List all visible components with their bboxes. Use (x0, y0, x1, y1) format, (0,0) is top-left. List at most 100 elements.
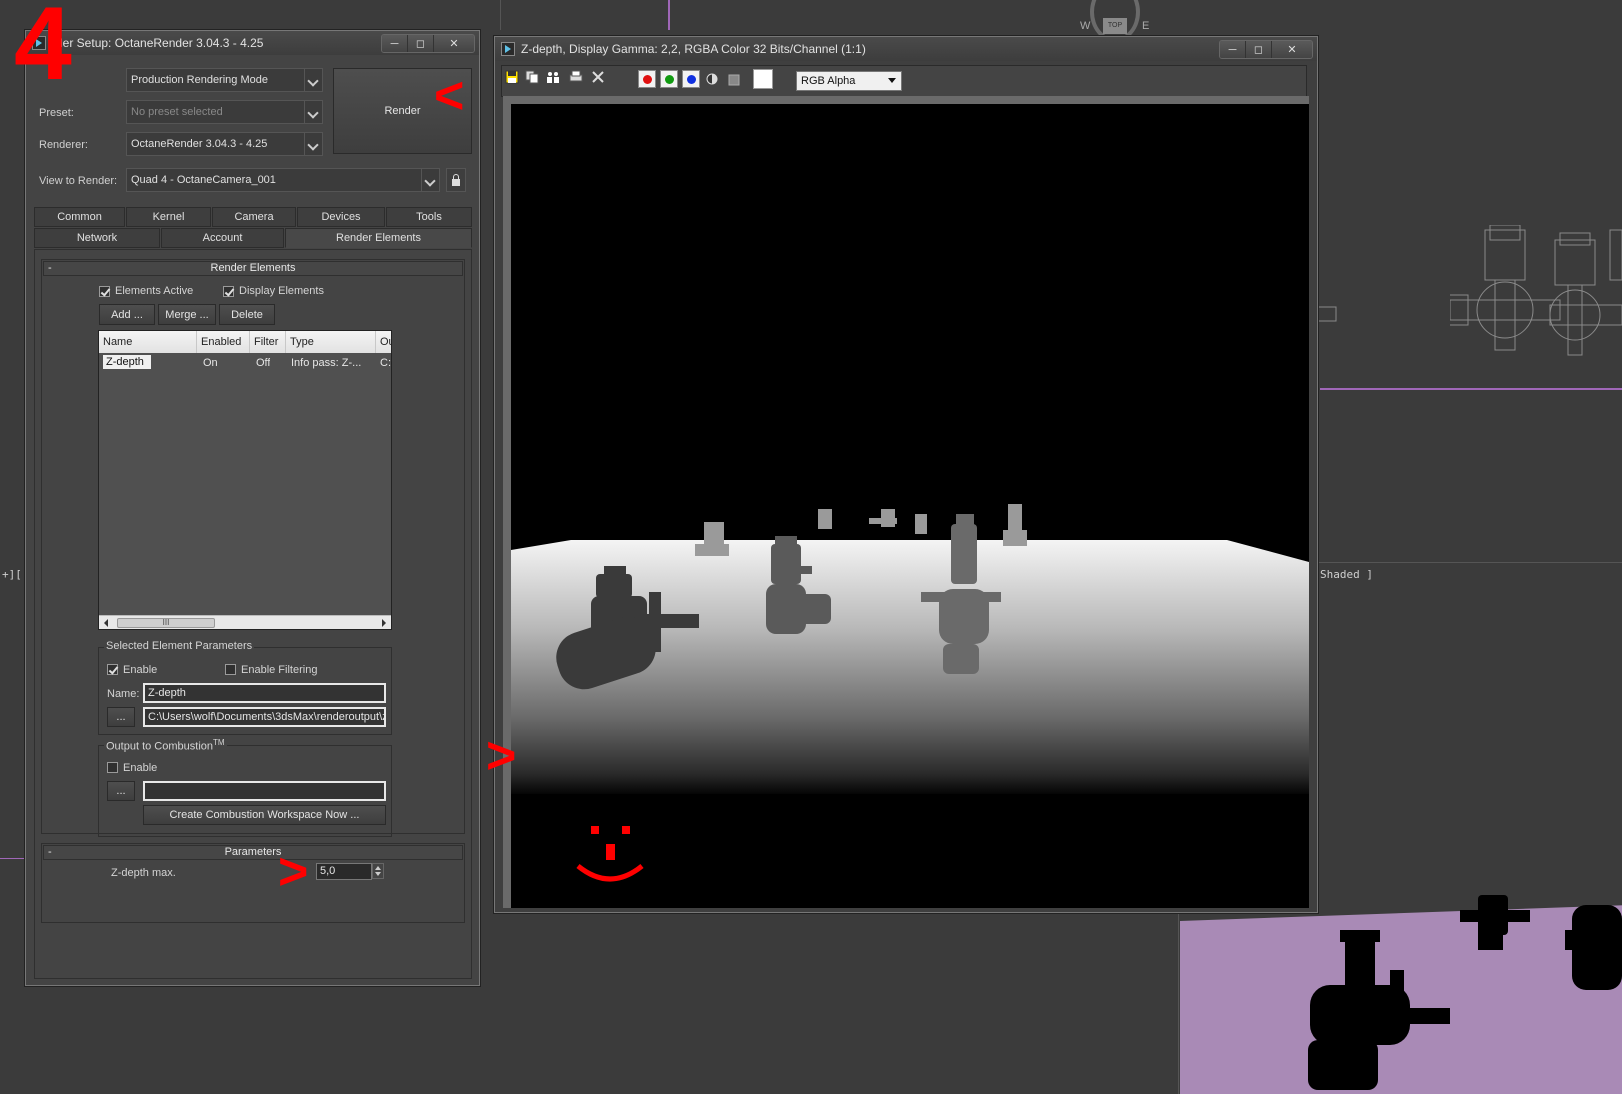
add-button[interactable]: Add ... (99, 304, 155, 325)
tab-label: Devices (321, 211, 361, 223)
minimize-button[interactable]: ─ (1220, 41, 1246, 58)
row-name: Z-depth (103, 355, 151, 369)
tab-render-elements[interactable]: Render Elements (285, 228, 472, 248)
viewport-label[interactable]: +][ (2, 568, 22, 581)
render-elements-rollout-header[interactable]: - Render Elements (43, 261, 463, 276)
table-row[interactable]: Z-depth On Off Info pass: Z-... C:\ (99, 355, 391, 373)
channel-dropdown[interactable]: RGB Alpha (796, 71, 902, 91)
chevron-down-icon (421, 169, 439, 191)
clear-icon[interactable] (591, 70, 605, 84)
tab-tools[interactable]: Tools (386, 207, 472, 227)
display-elements-checkbox[interactable] (223, 286, 234, 297)
render-elements-list[interactable]: Name Enabled Filter Type Ou Z-depth On O… (98, 330, 392, 630)
save-icon[interactable] (505, 70, 519, 84)
delete-button[interactable]: Delete (219, 304, 275, 325)
tab-devices[interactable]: Devices (297, 207, 385, 227)
maximize-button[interactable]: ◻ (408, 35, 434, 52)
blue-channel-toggle[interactable] (682, 70, 700, 88)
tab-account[interactable]: Account (161, 228, 284, 248)
renderer-value: OctaneRender 3.04.3 - 4.25 (131, 138, 268, 150)
tab-camera[interactable]: Camera (212, 207, 296, 227)
viewport-divider (1178, 900, 1179, 1094)
rendering-mode-dropdown[interactable]: Production Rendering Mode (126, 68, 323, 92)
renderer-dropdown[interactable]: OctaneRender 3.04.3 - 4.25 (126, 132, 323, 156)
window-controls: ─ ◻ ✕ (1219, 40, 1313, 59)
enable-filtering-checkbox[interactable] (225, 664, 236, 675)
elements-active-label: Elements Active (115, 285, 194, 297)
viewport-label-shaded[interactable]: Shaded ] (1320, 568, 1373, 581)
green-channel-toggle[interactable] (660, 70, 678, 88)
preset-dropdown[interactable]: No preset selected (126, 100, 323, 124)
render-setup-window[interactable]: der Setup: OctaneRender 3.04.3 - 4.25 ─ … (25, 30, 480, 986)
tab-network[interactable]: Network (34, 228, 160, 248)
alpha-channel-icon[interactable] (705, 72, 719, 86)
blue-channel-icon (687, 75, 696, 84)
enable-label: Enable (123, 664, 158, 676)
viewport-active-border (1320, 388, 1622, 390)
background-color-swatch[interactable] (753, 69, 773, 89)
rendering-mode-value: Production Rendering Mode (131, 74, 268, 86)
clone-icon[interactable] (546, 70, 560, 84)
element-path-browse-button[interactable]: ... (107, 707, 135, 727)
wireframe-objects (1450, 225, 1622, 356)
zdepth-max-spinner[interactable]: 5,0 (316, 863, 372, 880)
horizontal-scrollbar[interactable]: III (99, 615, 391, 629)
element-name-input[interactable]: Z-depth (143, 683, 386, 703)
red-channel-toggle[interactable] (638, 70, 656, 88)
scroll-thumb[interactable]: III (117, 618, 215, 628)
button-label: ... (116, 785, 126, 797)
viewport-active-border (668, 0, 670, 30)
combustion-path-input[interactable] (143, 781, 386, 801)
enable-checkbox[interactable] (107, 664, 118, 675)
column-header-type[interactable]: Type (286, 331, 376, 353)
viewcube-e: E (1142, 20, 1150, 32)
viewport-divider (500, 0, 501, 30)
combustion-group-title: Output to CombustionTM (104, 738, 227, 753)
combustion-browse-button[interactable]: ... (107, 781, 135, 801)
chevron-down-icon (304, 101, 322, 123)
close-button[interactable]: ✕ (1272, 41, 1312, 58)
combustion-enable-checkbox[interactable] (107, 762, 118, 773)
smiley-icon (576, 826, 644, 882)
scroll-right-icon[interactable] (379, 618, 389, 628)
column-header-name[interactable]: Name (99, 331, 197, 353)
rendered-image-canvas[interactable] (511, 104, 1309, 908)
elements-active-checkbox[interactable] (99, 286, 110, 297)
copy-icon[interactable] (525, 70, 539, 84)
column-header-enabled[interactable]: Enabled (197, 331, 250, 353)
print-icon[interactable] (569, 70, 583, 84)
create-combustion-workspace-button[interactable]: Create Combustion Workspace Now ... (143, 805, 386, 825)
button-label: Create Combustion Workspace Now ... (169, 809, 360, 821)
element-path-input[interactable]: C:\Users\wolf\Documents\3dsMax\renderout… (143, 707, 386, 727)
close-button[interactable]: ✕ (434, 35, 474, 52)
rollout-title: Render Elements (210, 262, 296, 274)
parameters-rollout-header[interactable]: - Parameters (43, 845, 463, 860)
scroll-left-icon[interactable] (101, 618, 111, 628)
viewport-divider (1318, 562, 1622, 563)
tab-label: Network (76, 232, 118, 244)
zdepth-spinner-arrows[interactable] (372, 863, 384, 879)
tab-label: Account (202, 232, 243, 244)
render-setup-titlebar[interactable]: der Setup: OctaneRender 3.04.3 - 4.25 ─ … (26, 31, 479, 55)
chevron-down-icon (304, 133, 322, 155)
view-to-render-dropdown[interactable]: Quad 4 - OctaneCamera_001 (126, 168, 440, 192)
silhouette-objects (1308, 895, 1622, 1090)
lock-icon[interactable] (446, 168, 466, 192)
frame-buffer-toolbar (501, 65, 1307, 97)
display-elements-label: Display Elements (239, 285, 324, 297)
maximize-button[interactable]: ◻ (1246, 41, 1272, 58)
merge-button[interactable]: Merge ... (158, 304, 216, 325)
enable-filtering-label: Enable Filtering (241, 664, 318, 676)
viewcube-top[interactable]: TOP (1103, 18, 1127, 34)
column-header-filter[interactable]: Filter (250, 331, 286, 353)
tab-label: Kernel (152, 211, 185, 223)
monochrome-icon[interactable] (727, 73, 741, 87)
tab-common[interactable]: Common (34, 207, 125, 227)
column-header-output[interactable]: Ou (376, 331, 391, 353)
tab-label: Render Elements (336, 232, 421, 244)
view-to-render-value: Quad 4 - OctaneCamera_001 (131, 174, 276, 186)
render-button-label: Render (384, 105, 421, 117)
minimize-button[interactable]: ─ (382, 35, 408, 52)
frame-buffer-titlebar[interactable]: Z-depth, Display Gamma: 2,2, RGBA Color … (495, 37, 1317, 61)
tab-kernel[interactable]: Kernel (126, 207, 211, 227)
